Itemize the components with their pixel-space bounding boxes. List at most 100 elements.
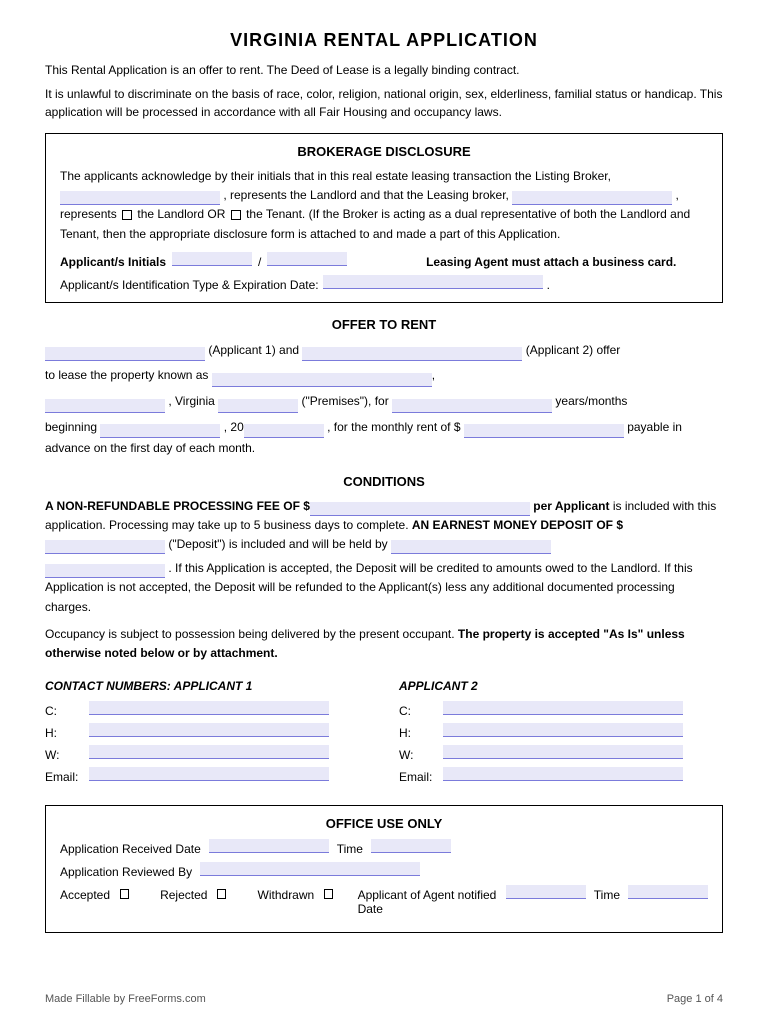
- conditions-para1b: . If this Application is accepted, the D…: [45, 559, 723, 617]
- landlord-checkbox[interactable]: [122, 210, 132, 220]
- withdrawn-label: Withdrawn: [258, 888, 315, 902]
- withdrawn-checkbox[interactable]: [324, 889, 333, 899]
- rent-amount-field[interactable]: [464, 424, 624, 438]
- listing-broker-field[interactable]: [60, 191, 220, 205]
- lease-term-field[interactable]: [392, 399, 552, 413]
- initials-row: Applicant/s Initials / Leasing Agent mus…: [60, 252, 708, 269]
- zip-field[interactable]: [218, 399, 298, 413]
- virginia-label: , Virginia: [168, 394, 214, 408]
- conditions-block: A NON-REFUNDABLE PROCESSING FEE OF $ per…: [45, 497, 723, 664]
- contact-c2-label: C:: [399, 704, 439, 718]
- contact-h2-label: H:: [399, 726, 439, 740]
- footer-right: Page 1 of 4: [667, 993, 723, 1005]
- leasing-agent-label: Leasing Agent must attach a business car…: [426, 255, 676, 269]
- per-applicant-text: per Applicant: [533, 499, 609, 513]
- applicant2-name-field[interactable]: [302, 347, 522, 361]
- applicant2-label: (Applicant 2) offer: [526, 343, 621, 357]
- conditions-fee-label: A NON-REFUNDABLE PROCESSING FEE OF $: [45, 499, 310, 513]
- lease-text: to lease the property known as: [45, 368, 208, 382]
- contact-email1-label: Email:: [45, 770, 85, 784]
- contact-c1-label: C:: [45, 704, 85, 718]
- id-field[interactable]: [323, 275, 543, 289]
- contact-h1-field[interactable]: [89, 723, 329, 737]
- contact-h1-label: H:: [45, 726, 85, 740]
- received-date-field[interactable]: [209, 839, 329, 853]
- page-title: VIRGINIA RENTAL APPLICATION: [45, 30, 723, 51]
- property-address-field[interactable]: [212, 373, 432, 387]
- contact-email2-field[interactable]: [443, 767, 683, 781]
- contact-email2-label: Email:: [399, 770, 439, 784]
- contact-applicant1: CONTACT NUMBERS: APPLICANT 1 C: H: W: Em…: [45, 679, 369, 789]
- received-label: Application Received Date: [60, 842, 201, 856]
- offer-block: (Applicant 1) and (Applicant 2) offer to…: [45, 340, 723, 460]
- status-row: Accepted Rejected Withdrawn Applicant of…: [60, 885, 708, 916]
- contact-w1-row: W:: [45, 745, 369, 762]
- conditions-para2: Occupancy is subject to possession being…: [45, 625, 723, 663]
- rejected-label: Rejected: [160, 888, 207, 902]
- beginning-label: beginning: [45, 420, 97, 434]
- initials-field-1[interactable]: [172, 252, 252, 266]
- contact-email1-row: Email:: [45, 767, 369, 784]
- contact-email1-field[interactable]: [89, 767, 329, 781]
- conditions-para1: A NON-REFUNDABLE PROCESSING FEE OF $ per…: [45, 497, 723, 555]
- deposit-text: ("Deposit") is included and will be held…: [168, 537, 387, 551]
- processing-fee-field[interactable]: [310, 502, 530, 516]
- contact-h2-field[interactable]: [443, 723, 683, 737]
- offer-title: OFFER TO RENT: [45, 317, 723, 332]
- accepted-label: Accepted: [60, 888, 110, 902]
- rent-label: , for the monthly rent of $: [327, 420, 460, 434]
- tenant-checkbox[interactable]: [231, 210, 241, 220]
- footer-left: Made Fillable by FreeForms.com: [45, 993, 206, 1005]
- contact-w1-field[interactable]: [89, 745, 329, 759]
- applicant1-label: (Applicant 1) and: [208, 343, 299, 357]
- id-label: Applicant/s Identification Type & Expira…: [60, 278, 319, 292]
- notified-date-field[interactable]: [506, 885, 586, 899]
- notified-label: Applicant of Agent notified Date: [358, 888, 498, 916]
- brokerage-text-2: , represents the Landlord and that the L…: [223, 188, 509, 202]
- start-date-field[interactable]: [100, 424, 220, 438]
- contact-c1-row: C:: [45, 701, 369, 718]
- time-label: Time: [337, 842, 363, 856]
- contact-email2-row: Email:: [399, 767, 723, 784]
- received-time-field[interactable]: [371, 839, 451, 853]
- deposit-holder-cont-field[interactable]: [45, 564, 165, 578]
- contact-c2-field[interactable]: [443, 701, 683, 715]
- contact-section: CONTACT NUMBERS: APPLICANT 1 C: H: W: Em…: [45, 679, 723, 789]
- leasing-broker-field[interactable]: [512, 191, 672, 205]
- intro-line-2: It is unlawful to discriminate on the ba…: [45, 85, 723, 121]
- contact-applicant2: APPLICANT 2 C: H: W: Email:: [399, 679, 723, 789]
- reviewed-by-field[interactable]: [200, 862, 420, 876]
- applicant1-name-field[interactable]: [45, 347, 205, 361]
- brokerage-disclosure-section: BROKERAGE DISCLOSURE The applicants ackn…: [45, 133, 723, 303]
- office-title: OFFICE USE ONLY: [60, 816, 708, 831]
- reviewed-label: Application Reviewed By: [60, 865, 192, 879]
- deposit-holder-field[interactable]: [391, 540, 551, 554]
- years-months: years/months: [555, 394, 627, 408]
- contact-applicant2-title: APPLICANT 2: [399, 679, 723, 693]
- conditions-title: CONDITIONS: [45, 474, 723, 489]
- contact-h2-row: H:: [399, 723, 723, 740]
- intro-line-1: This Rental Application is an offer to r…: [45, 61, 723, 79]
- time2-label: Time: [594, 888, 620, 902]
- year-field[interactable]: [244, 424, 324, 438]
- year-label: , 20: [224, 420, 244, 434]
- rejected-checkbox[interactable]: [217, 889, 226, 899]
- initials-label: Applicant/s Initials: [60, 255, 166, 269]
- brokerage-title: BROKERAGE DISCLOSURE: [60, 144, 708, 159]
- received-row: Application Received Date Time: [60, 839, 708, 856]
- notified-time-field[interactable]: [628, 885, 708, 899]
- initials-field-2[interactable]: [267, 252, 347, 266]
- contact-w2-row: W:: [399, 745, 723, 762]
- deposit-amount-field[interactable]: [45, 540, 165, 554]
- footer: Made Fillable by FreeForms.com Page 1 of…: [45, 993, 723, 1005]
- brokerage-body: The applicants acknowledge by their init…: [60, 167, 708, 244]
- office-use-section: OFFICE USE ONLY Application Received Dat…: [45, 805, 723, 933]
- contact-h1-row: H:: [45, 723, 369, 740]
- contact-c1-field[interactable]: [89, 701, 329, 715]
- contact-w1-label: W:: [45, 748, 85, 762]
- accepted-checkbox[interactable]: [120, 889, 129, 899]
- city-field[interactable]: [45, 399, 165, 413]
- contact-w2-field[interactable]: [443, 745, 683, 759]
- brokerage-text-1: The applicants acknowledge by their init…: [60, 169, 611, 183]
- contact-applicant1-title: CONTACT NUMBERS: APPLICANT 1: [45, 679, 369, 693]
